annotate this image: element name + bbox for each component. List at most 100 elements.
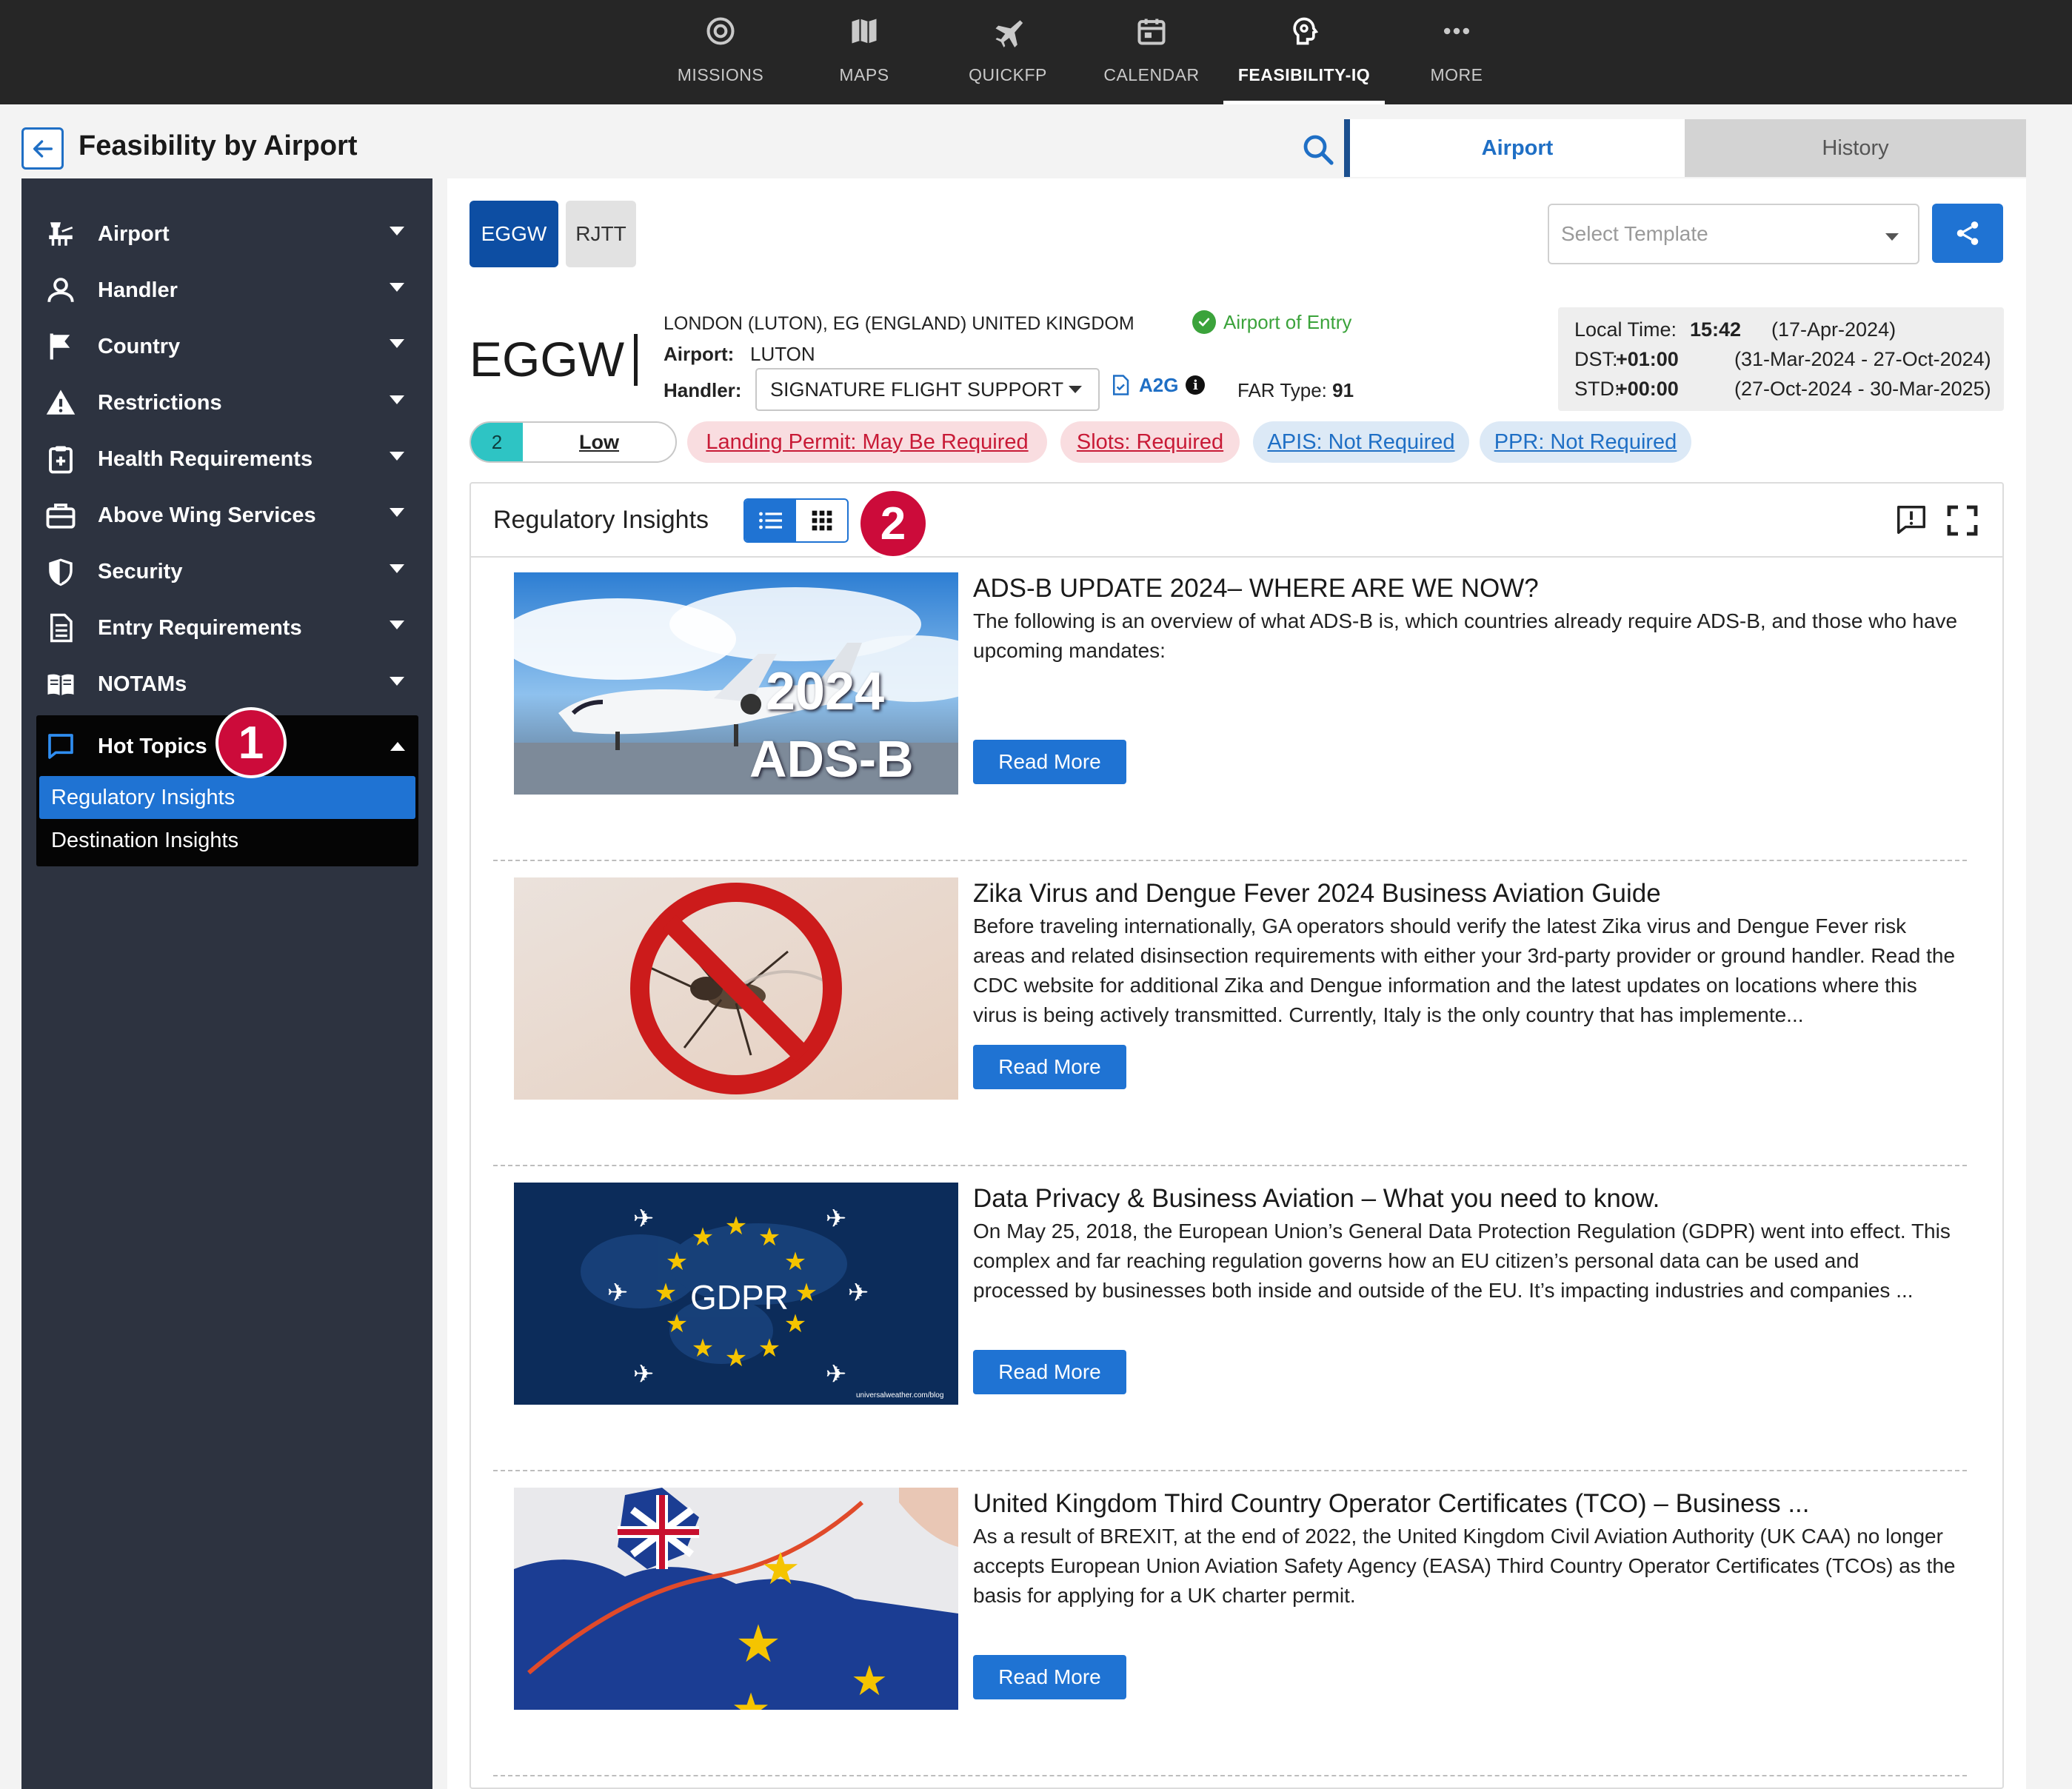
- sidebar-item-above-wing-services[interactable]: Above Wing Services: [21, 487, 432, 544]
- article-title[interactable]: ADS-B UPDATE 2024– WHERE ARE WE NOW?: [973, 574, 1951, 603]
- sidebar-item-security[interactable]: Security: [21, 544, 432, 600]
- article-title[interactable]: United Kingdom Third Country Operator Ce…: [973, 1489, 1951, 1519]
- chevron-down-icon: [390, 339, 404, 348]
- read-more-button[interactable]: Read More: [973, 1655, 1126, 1699]
- template-select[interactable]: Select Template: [1548, 204, 1919, 264]
- svg-text:★: ★: [692, 1334, 714, 1363]
- svg-text:★: ★: [731, 1684, 771, 1710]
- tab-history[interactable]: History: [1685, 119, 2026, 177]
- read-more-button[interactable]: Read More: [973, 1350, 1126, 1394]
- flag-icon: [44, 330, 78, 364]
- tab-airport[interactable]: Airport: [1350, 119, 1685, 177]
- sidebar-item-airport[interactable]: Airport: [21, 206, 432, 262]
- grid-view-button[interactable]: [796, 500, 847, 541]
- article-title[interactable]: Data Privacy & Business Aviation – What …: [973, 1184, 1951, 1214]
- search-icon: [1303, 135, 1334, 165]
- sidebar-item-label: Airport: [98, 221, 170, 246]
- risk-level-pill[interactable]: 2 Low: [469, 421, 677, 463]
- sidebar-item-label: Above Wing Services: [98, 503, 316, 527]
- local-time-value: 15:42: [1690, 318, 1742, 341]
- gdpr-image-label: GDPR: [690, 1278, 789, 1317]
- chevron-down-icon: [390, 677, 404, 686]
- svg-text:★: ★: [692, 1223, 714, 1252]
- std-value: +00:00: [1616, 377, 1679, 400]
- sidebar-item-label: Security: [98, 559, 183, 583]
- read-more-button[interactable]: Read More: [973, 1045, 1126, 1089]
- chevron-down-icon: [390, 452, 404, 461]
- info-icon[interactable]: i: [1186, 375, 1206, 395]
- ppr-chip[interactable]: PPR: Not Required: [1480, 421, 1691, 463]
- sidebar-item-label: Country: [98, 334, 181, 358]
- read-more-button[interactable]: Read More: [973, 740, 1126, 784]
- dst-label: DST:: [1574, 347, 1618, 370]
- airport-tower-icon: [44, 217, 78, 251]
- search-button[interactable]: [1300, 132, 1336, 167]
- chevron-up-icon: [390, 742, 405, 751]
- airport-code-tab-eggw[interactable]: EGGW: [469, 201, 558, 267]
- target-icon: [703, 13, 738, 49]
- chevron-down-icon: [390, 564, 404, 573]
- feedback-icon[interactable]: [1894, 503, 1928, 537]
- airport-code-tab-rjtt[interactable]: RJTT: [566, 201, 636, 267]
- sidebar-item-health-requirements[interactable]: Health Requirements: [21, 431, 432, 487]
- svg-text:★: ★: [795, 1278, 818, 1308]
- svg-text:★: ★: [655, 1278, 677, 1308]
- sidebar-subitem-destination-insights[interactable]: Destination Insights: [39, 819, 415, 862]
- nav-missions-label: MISSIONS: [677, 65, 764, 84]
- nav-feasibility-iq-label: FEASIBILITY-IQ: [1237, 65, 1371, 84]
- nav-feasibility-iq[interactable]: FEASIBILITY-IQ: [1223, 0, 1385, 104]
- a2g-label: A2G: [1139, 373, 1179, 396]
- sidebar-item-entry-requirements[interactable]: Entry Requirements: [21, 600, 432, 656]
- nav-calendar[interactable]: CALENDAR: [1080, 0, 1223, 104]
- main-panel: EGGW RJTT Select Template EGGW LONDON (L…: [447, 178, 2026, 1789]
- sidebar-item-handler[interactable]: Handler: [21, 262, 432, 318]
- article-thumbnail-adsb[interactable]: 2024 ADS-B: [514, 572, 958, 795]
- article-separator: [493, 1165, 1967, 1166]
- airport-of-entry-label: Airport of Entry: [1223, 310, 1352, 333]
- article-thumbnail-zika[interactable]: [514, 877, 958, 1100]
- clipboard-plus-icon: [44, 442, 78, 476]
- article-thumbnail-uk-tco[interactable]: ★ ★ ★ ★: [514, 1488, 958, 1710]
- dst-range: (31-Mar-2024 - 27-Oct-2024): [1734, 347, 1991, 370]
- apis-chip[interactable]: APIS: Not Required: [1253, 421, 1469, 463]
- svg-text:★: ★: [761, 1543, 801, 1595]
- article-item: ★ ★ ★ ★ ★ ★ ★ ★ ★ ★ ★ ★ ✈ ✈ ✈ ✈ ✈ ✈ GDPR…: [493, 1168, 1967, 1471]
- a2g-link[interactable]: A2G i: [1109, 372, 1206, 398]
- article-separator: [493, 1470, 1967, 1471]
- sidebar-item-notams[interactable]: NOTAMs: [21, 656, 432, 712]
- template-select-placeholder: Select Template: [1561, 222, 1708, 245]
- list-view-button[interactable]: [745, 500, 796, 541]
- landing-permit-chip[interactable]: Landing Permit: May Be Required: [687, 421, 1047, 463]
- article-thumbnail-gdpr[interactable]: ★ ★ ★ ★ ★ ★ ★ ★ ★ ★ ★ ★ ✈ ✈ ✈ ✈ ✈ ✈ GDPR…: [514, 1183, 958, 1405]
- sidebar-item-country[interactable]: Country: [21, 318, 432, 375]
- svg-text:★: ★: [725, 1343, 747, 1373]
- std-row: STD: +00:00 (27-Oct-2024 - 30-Mar-2025): [1574, 374, 2004, 404]
- gdpr-image-source: universalweather.com/blog: [856, 1391, 944, 1400]
- article-title[interactable]: Zika Virus and Dengue Fever 2024 Busines…: [973, 879, 1951, 909]
- handler-select[interactable]: SIGNATURE FLIGHT SUPPORT: [755, 368, 1100, 411]
- fullscreen-icon[interactable]: [1945, 503, 1980, 538]
- airport-name-row: Airport: LUTON: [664, 343, 815, 366]
- nav-maps[interactable]: MAPS: [792, 0, 936, 104]
- sidebar-item-restrictions[interactable]: Restrictions: [21, 375, 432, 431]
- icao-divider: [634, 334, 638, 386]
- regulatory-insights-card: Regulatory Insights 2024 ADS-B ADS-B UPD…: [469, 482, 2004, 1789]
- top-nav: MISSIONS MAPS QUICKFP CALENDAR FEASIBILI…: [0, 0, 2072, 104]
- dst-row: DST: +01:00 (31-Mar-2024 - 27-Oct-2024): [1574, 344, 2004, 374]
- svg-text:✈: ✈: [633, 1204, 655, 1234]
- sidebar-subitem-regulatory-insights[interactable]: Regulatory Insights: [39, 776, 415, 819]
- slots-chip[interactable]: Slots: Required: [1060, 421, 1240, 463]
- sidebar-item-label: Restrictions: [98, 390, 222, 415]
- handler-value: SIGNATURE FLIGHT SUPPORT: [770, 378, 1064, 401]
- chevron-down-icon: [390, 508, 404, 517]
- sidebar-item-label: Handler: [98, 278, 178, 302]
- share-button[interactable]: [1932, 204, 2003, 263]
- dst-value: +01:00: [1616, 347, 1679, 370]
- share-icon: [1956, 221, 1979, 245]
- nav-more[interactable]: MORE: [1385, 0, 1528, 104]
- svg-text:★: ★: [735, 1614, 782, 1674]
- chevron-down-icon: [390, 621, 404, 629]
- nav-missions[interactable]: MISSIONS: [649, 0, 792, 104]
- nav-quickfp[interactable]: QUICKFP: [936, 0, 1080, 104]
- back-button[interactable]: [21, 127, 64, 170]
